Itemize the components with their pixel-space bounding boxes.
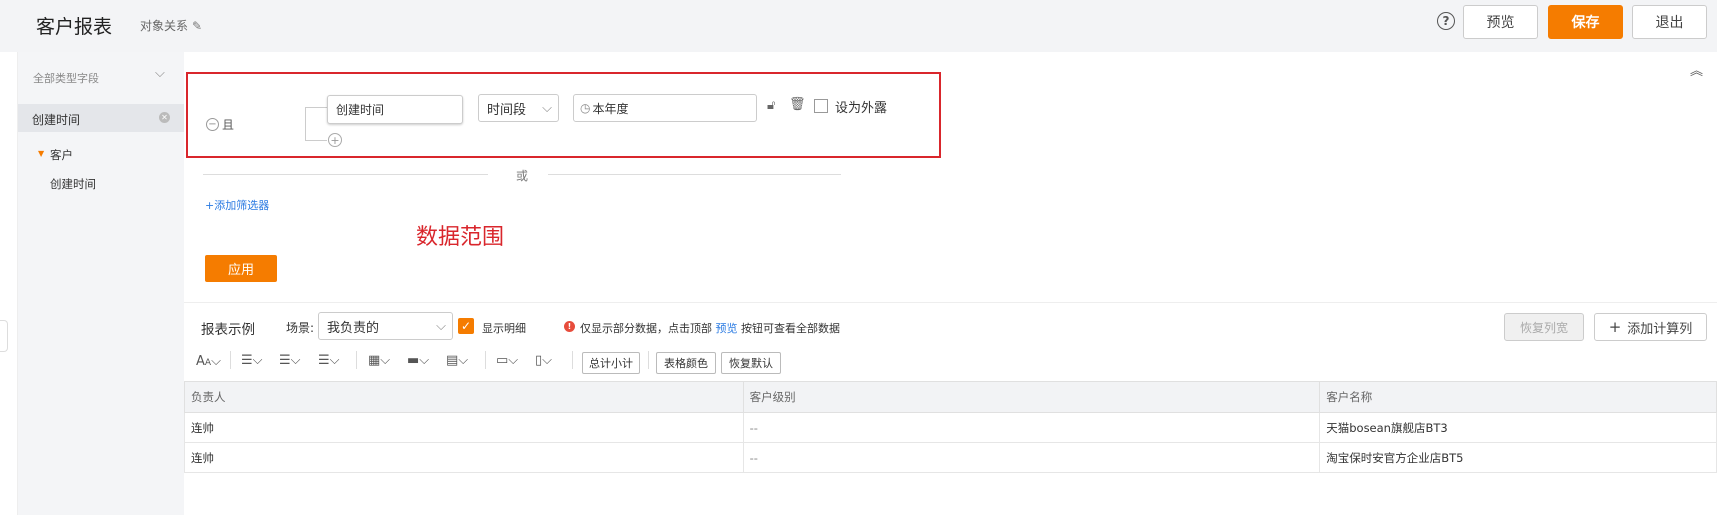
scene-select[interactable]: 我负责的 ⌵ bbox=[318, 312, 453, 340]
column-header[interactable]: 客户级别 bbox=[742, 381, 1321, 413]
filter-highlight-box bbox=[186, 72, 941, 158]
or-label: 或 bbox=[516, 169, 529, 183]
preview-button[interactable]: 预览 bbox=[1463, 5, 1538, 39]
table-cell: 连帅 bbox=[184, 442, 744, 473]
toolbar-divider bbox=[485, 351, 486, 369]
page-title: 客户报表 bbox=[36, 16, 113, 38]
add-calc-column-button[interactable]: + 添加计算列 bbox=[1594, 313, 1707, 341]
selected-field-label: 创建时间 bbox=[32, 113, 81, 127]
notice-text: 仅显示部分数据，点击顶部 预览 按钮可查看全部数据 bbox=[580, 320, 840, 336]
notice-prefix: 仅显示部分数据，点击顶部 bbox=[580, 322, 712, 335]
apply-button[interactable]: 应用 bbox=[205, 255, 277, 282]
table-row: 连帅 -- 天猫bosean旗舰店BT3 bbox=[184, 412, 1717, 443]
toolbar-divider bbox=[648, 351, 649, 369]
remove-field-icon[interactable]: ✕ bbox=[159, 112, 170, 123]
show-detail-label: 显示明细 bbox=[482, 322, 526, 335]
notice-suffix: 按钮可查看全部数据 bbox=[741, 322, 840, 335]
table-color-button[interactable]: 表格颜色 bbox=[656, 352, 716, 374]
restore-default-button[interactable]: 恢复默认 bbox=[721, 352, 781, 374]
table-cell: 连帅 bbox=[184, 412, 744, 443]
column-header[interactable]: 负责人 bbox=[184, 381, 744, 413]
scene-label: 场景: bbox=[286, 321, 315, 335]
group-item-label[interactable]: 创建时间 bbox=[50, 176, 96, 192]
restore-width-button[interactable]: 恢复列宽 bbox=[1504, 313, 1584, 341]
scene-value: 我负责的 bbox=[327, 320, 380, 336]
customer-name-link[interactable]: 天猫bosean旗舰店BT3 bbox=[1319, 412, 1717, 443]
header-fill-icon[interactable]: ▬⌵ bbox=[407, 353, 429, 368]
object-relation-label: 对象关系 bbox=[140, 19, 189, 33]
caret-down-icon[interactable]: ▼ bbox=[38, 149, 44, 158]
expose-checkbox[interactable] bbox=[814, 99, 828, 113]
trash-icon[interactable]: 🗑︎ bbox=[789, 97, 806, 112]
collapse-up-icon[interactable]: ︽ bbox=[1690, 65, 1703, 78]
add-condition-icon[interactable]: + bbox=[328, 133, 342, 147]
table-row: 连帅 -- 淘宝保时安官方企业店BT5 bbox=[184, 442, 1717, 473]
help-icon[interactable]: ? bbox=[1437, 12, 1455, 30]
logic-label[interactable]: 且 bbox=[222, 116, 234, 133]
customer-name-link[interactable]: 淘宝保时安官方企业店BT5 bbox=[1319, 442, 1717, 473]
toolbar-divider bbox=[572, 351, 573, 369]
logic-bracket bbox=[305, 107, 327, 141]
lock-icon[interactable]: 🔓︎ bbox=[767, 98, 775, 113]
align-center-icon[interactable]: ☰⌵ bbox=[279, 353, 301, 368]
or-divider-left bbox=[203, 174, 488, 175]
operator-value: 时间段 bbox=[487, 102, 527, 118]
chevron-down-icon: ⌵ bbox=[542, 100, 552, 116]
table-cell: -- bbox=[742, 442, 1321, 473]
report-table: 负责人 客户级别 客户名称 连帅 -- 天猫bosean旗舰店BT3 连帅 --… bbox=[184, 381, 1717, 473]
row-height-icon[interactable]: ▭⌵ bbox=[496, 353, 518, 368]
filter-field-select[interactable]: 创建时间 bbox=[327, 95, 463, 124]
table-border-icon[interactable]: ▦⌵ bbox=[368, 353, 390, 368]
subtotal-button[interactable]: 总计小计 bbox=[582, 352, 640, 374]
exit-button[interactable]: 退出 bbox=[1632, 5, 1707, 39]
or-divider-right bbox=[548, 174, 841, 175]
toolbar-divider bbox=[356, 351, 357, 369]
all-fields-label[interactable]: 全部类型字段 bbox=[33, 70, 99, 86]
table-header-row: 负责人 客户级别 客户名称 bbox=[184, 381, 1717, 413]
left-strip bbox=[0, 52, 18, 515]
collapse-handle[interactable] bbox=[0, 320, 8, 352]
add-filter-link[interactable]: +添加筛选器 bbox=[205, 197, 269, 213]
notice-preview-link[interactable]: 预览 bbox=[716, 322, 738, 335]
object-relation-link[interactable]: 对象关系 ✎ bbox=[140, 17, 202, 34]
plus-icon: + bbox=[1608, 318, 1622, 336]
chevron-down-icon: ⌵ bbox=[436, 318, 446, 334]
font-size-icon[interactable]: AA⌵ bbox=[196, 354, 221, 369]
save-button[interactable]: 保存 bbox=[1548, 5, 1623, 39]
group-label[interactable]: 客户 bbox=[50, 147, 73, 163]
column-header[interactable]: 客户名称 bbox=[1319, 381, 1717, 413]
data-range-annotation: 数据范围 bbox=[416, 225, 505, 250]
column-width-icon[interactable]: ▯⌵ bbox=[535, 353, 552, 368]
operator-select[interactable]: 时间段 ⌵ bbox=[478, 94, 559, 122]
toolbar-divider bbox=[230, 351, 231, 369]
report-title: 报表示例 bbox=[201, 322, 255, 338]
table-cell: -- bbox=[742, 412, 1321, 443]
date-range-input[interactable]: ◷ 本年度 bbox=[573, 94, 757, 122]
top-header bbox=[0, 0, 1717, 52]
show-detail-checkbox[interactable]: ✓ bbox=[458, 318, 474, 334]
expose-label: 设为外露 bbox=[835, 101, 888, 116]
warning-icon: ! bbox=[564, 321, 575, 332]
chevron-down-icon[interactable]: ⌵ bbox=[155, 66, 165, 81]
row-style-icon[interactable]: ▤⌵ bbox=[446, 353, 468, 368]
edit-pencil-icon: ✎ bbox=[192, 18, 203, 33]
date-range-value: 本年度 bbox=[592, 101, 629, 116]
minus-circle-icon[interactable]: − bbox=[206, 118, 219, 131]
align-left-icon[interactable]: ☰⌵ bbox=[241, 353, 263, 368]
clock-icon: ◷ bbox=[580, 101, 591, 115]
align-right-icon[interactable]: ☰⌵ bbox=[318, 353, 340, 368]
add-calc-column-label: 添加计算列 bbox=[1627, 321, 1693, 337]
section-divider bbox=[184, 302, 1717, 303]
